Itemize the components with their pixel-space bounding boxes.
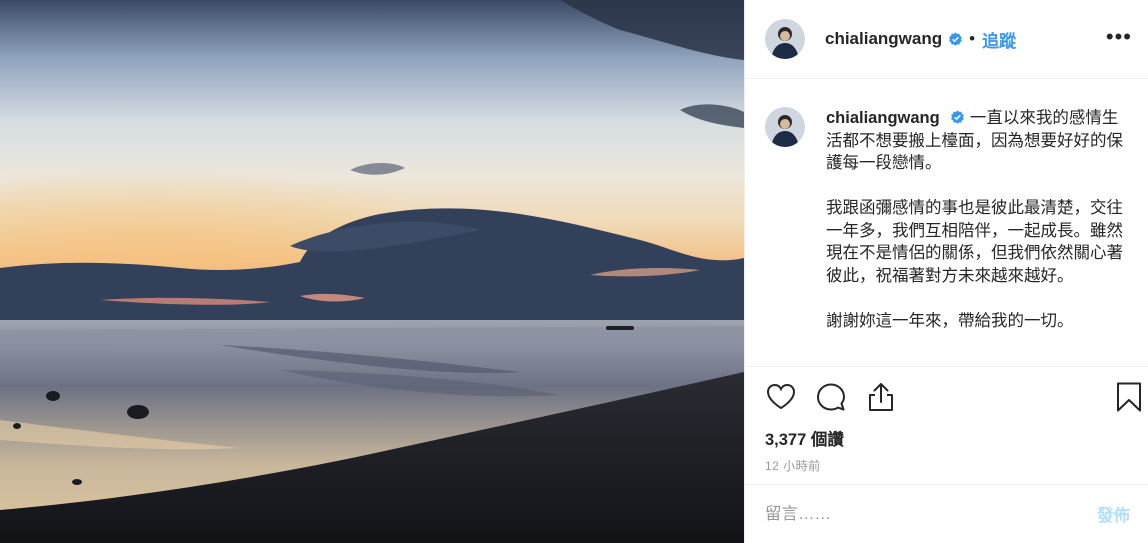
views-count[interactable]: 3,377 個讚 <box>765 426 844 450</box>
comment-bar: 發佈 <box>745 484 1148 543</box>
caption-section: chialiangwang 一直以來我的感情生活都不想要搬上檯面，因為想要好好的… <box>745 79 1148 366</box>
share-icon[interactable] <box>865 381 897 413</box>
post-side-panel: chialiangwang • 追蹤 ••• chialiangwang 一直以… <box>744 0 1148 543</box>
caption-paragraph-3: 謝謝妳這一年來，帶給我的一切。 <box>826 311 1074 330</box>
post-header: chialiangwang • 追蹤 ••• <box>745 0 1148 79</box>
bookmark-icon[interactable] <box>1113 381 1145 413</box>
follow-button[interactable]: 追蹤 <box>982 27 1016 52</box>
post-actions: 3,377 個讚 12 小時前 <box>745 366 1148 481</box>
action-icons <box>765 381 897 413</box>
sunset-seascape-photo <box>0 0 744 543</box>
caption-paragraph-2: 我跟函彌感情的事也是彼此最清楚，交往一年多，我們互相陪伴，一起成長。雖然現在不是… <box>826 199 1123 285</box>
caption-text: chialiangwang 一直以來我的感情生活都不想要搬上檯面，因為想要好好的… <box>826 107 1126 366</box>
heart-icon[interactable] <box>765 381 797 413</box>
post-photo[interactable] <box>0 0 744 543</box>
post-comment-button[interactable]: 發佈 <box>1097 502 1130 526</box>
post-time[interactable]: 12 小時前 <box>765 457 821 474</box>
caption-avatar[interactable] <box>765 107 805 147</box>
separator-dot: • <box>969 29 976 48</box>
comment-bubble-icon[interactable] <box>815 381 847 413</box>
caption-username[interactable]: chialiangwang <box>826 109 940 127</box>
avatar[interactable] <box>765 19 805 59</box>
comment-input[interactable] <box>765 504 1097 524</box>
verified-badge-icon <box>949 31 963 46</box>
verified-badge-icon <box>951 110 965 124</box>
more-options-icon[interactable]: ••• <box>1106 26 1132 48</box>
header-username[interactable]: chialiangwang <box>825 29 942 49</box>
